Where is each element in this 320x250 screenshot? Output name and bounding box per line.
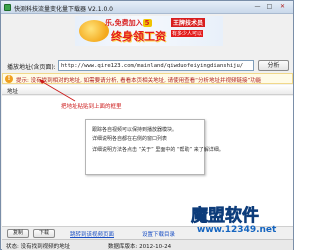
watermark-main: 魔盟软件 — [191, 206, 260, 227]
app-icon — [4, 4, 11, 11]
title-bar: 快测科技流量变化量下载器 V2.1.0.0 — □ ✕ — [1, 1, 293, 14]
download-button[interactable]: 下载 — [33, 229, 55, 238]
database-version: 数据库版本: 2012-10-24 — [108, 244, 172, 250]
window-title: 快测科技流量变化量下载器 V2.1.0.0 — [14, 6, 114, 13]
analyze-button[interactable]: 分析 — [258, 60, 289, 71]
download-dir-link[interactable]: 设置下载目录 — [142, 230, 175, 238]
watermark-url: www.12349.net — [197, 225, 277, 235]
dialog-line-1: 跟踪各自视频可以保持到播放器模块。 — [92, 127, 178, 133]
url-label: 播放地址(含页面): — [7, 64, 56, 71]
banner-tag: 王牌技术员 — [171, 18, 206, 27]
close-button[interactable]: ✕ — [277, 3, 288, 11]
goto-page-link[interactable]: 跳转到该视频页面 — [70, 230, 114, 238]
annotation-text: 把地址粘贴到上面的框里 — [61, 104, 122, 110]
url-row: 播放地址(含页面): http://www.qire123.com/mainla… — [1, 60, 293, 72]
info-dialog: 跟踪各自视频可以保持到播放器模块。 详细说明各自都在右侧的窗口列表 详细说明方法… — [85, 119, 224, 175]
copy-button[interactable]: 复制 — [7, 229, 29, 238]
status-text: 状态: 没有找到视频的地址 — [6, 244, 71, 250]
notice-bar: ! 提示: 没有找到相对的地址, 如需要请分析, 看看本页相关地址, 请使用查看… — [2, 73, 293, 84]
warning-icon: ! — [5, 75, 13, 83]
banner-big-text: 终身领工资 — [111, 30, 166, 43]
ad-banner[interactable]: 乐,免费加入 5 王牌技术员 终身领工资 有多少人可以 — [75, 16, 223, 46]
banner-headline-text: 乐,免费加入 — [105, 19, 143, 27]
notice-text: 提示: 没有找到相对的地址, 如需要请分析, 看看本页相关地址, 请使用查看“分… — [16, 78, 262, 84]
minimize-button[interactable]: — — [252, 3, 263, 11]
list-header: 地址 — [2, 85, 293, 95]
banner-headline: 乐,免费加入 5 — [105, 18, 152, 28]
dialog-line-2: 详细说明各自都在右侧的窗口列表 — [92, 136, 168, 142]
app-window: 快测科技流量变化量下载器 V2.1.0.0 — □ ✕ 乐,免费加入 5 王牌技术… — [0, 0, 294, 250]
dialog-line-3: 详细说明方法各点击 “关于” 里面中的 “帮助” 来了解详细。 — [92, 147, 224, 153]
banner-number: 5 — [142, 19, 152, 27]
url-input[interactable]: http://www.qire123.com/mainland/qiwduofe… — [58, 60, 254, 71]
column-header-address[interactable]: 地址 — [7, 87, 18, 95]
banner-sub-text: 有多少人可以 — [171, 30, 204, 37]
maximize-button[interactable]: □ — [264, 3, 275, 11]
watermark-logo: 魔盟软件 www.12349.net — [191, 201, 295, 250]
